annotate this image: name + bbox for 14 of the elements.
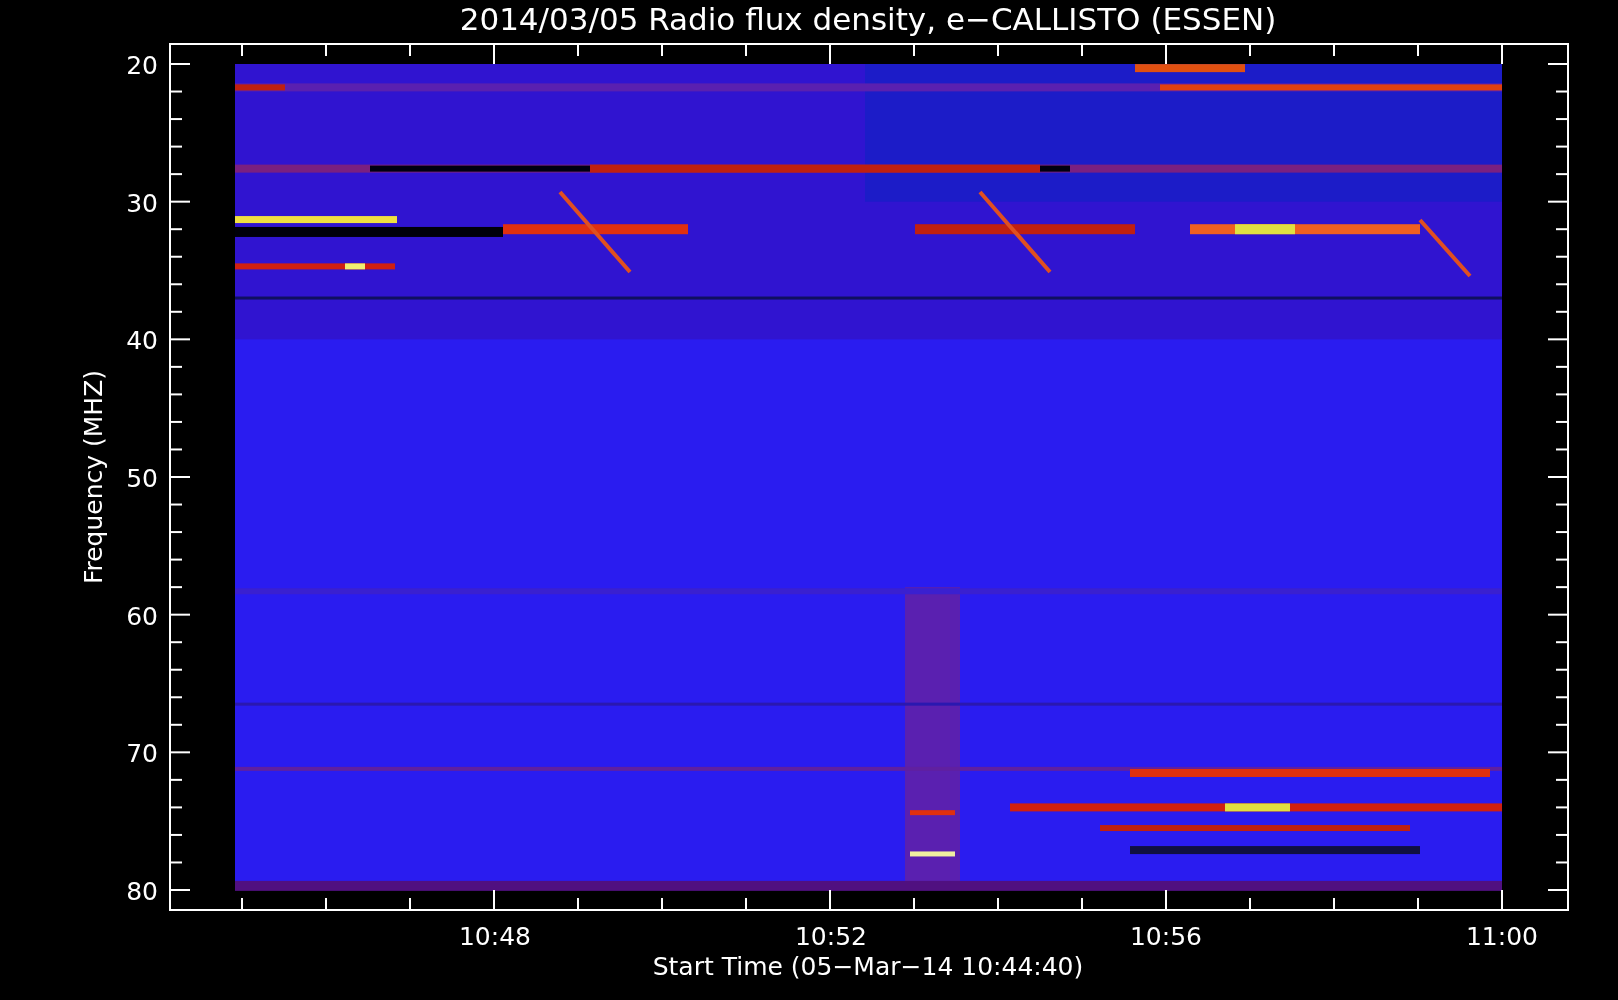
x-axis-label: Start Time (05−Mar−14 10:44:40) — [652, 952, 1084, 981]
y-tick-label: 40 — [126, 326, 158, 356]
y-tick-label: 60 — [126, 601, 158, 631]
y-tick-label: 20 — [126, 51, 158, 80]
x-tick-label: 10:48 — [459, 922, 531, 951]
y-axis-label: Frequency (MHZ) — [79, 369, 108, 585]
chart-title: 2014/03/05 Radio flux density, e−CALLISTO (ESSEN) — [459, 1, 1277, 37]
y-tick-label: 80 — [126, 877, 158, 906]
y-tick-label: 70 — [126, 739, 158, 769]
x-tick-label: 11:00 — [1466, 922, 1538, 951]
x-tick-label: 10:56 — [1130, 922, 1202, 951]
y-tick-label: 50 — [126, 464, 158, 493]
y-tick-label: 30 — [126, 188, 158, 218]
x-tick-label: 10:52 — [795, 922, 867, 951]
